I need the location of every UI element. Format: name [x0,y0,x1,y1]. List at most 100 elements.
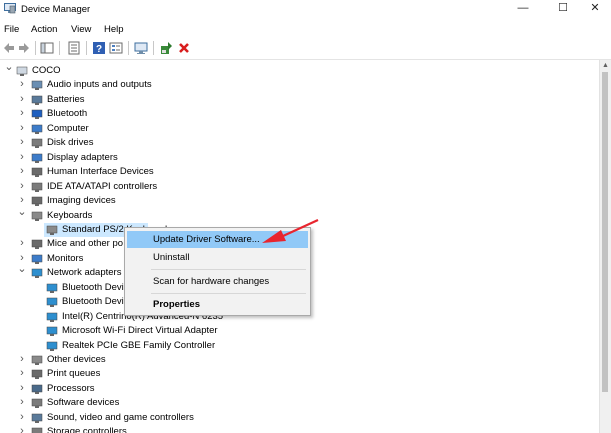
device-category-icon [31,110,43,120]
collapse-chevron-icon[interactable]: ⌄ [17,205,27,219]
tree-item-label: Human Interface Devices [47,166,154,178]
toolbar: ? [0,38,611,60]
vertical-scrollbar[interactable]: ▲ [599,60,611,433]
help-icon[interactable]: ? [92,41,106,55]
collapse-chevron-icon[interactable]: ⌄ [4,60,14,74]
expand-chevron-icon[interactable]: › [17,410,27,424]
expand-chevron-icon[interactable]: › [17,236,27,250]
device-category-icon [31,196,43,207]
tree-item-label: Print queues [47,368,101,380]
properties-label: Properties [153,299,200,310]
tree-item-label: Monitors [47,252,84,264]
tree-item-label: Bluetooth Devi [62,296,124,308]
device-category-icon [31,413,43,423]
update-driver-icon[interactable] [159,41,173,55]
tree-item-label: Keyboards [47,209,93,221]
menu-file[interactable]: File [4,24,19,35]
tree-item-label: Sound, video and game controllers [47,411,194,423]
svg-text:?: ? [96,44,102,55]
menu-view[interactable]: View [71,24,91,35]
device-manager-icon [4,3,16,14]
update-driver-label: Update Driver Software... [153,234,260,245]
expand-chevron-icon[interactable]: › [17,424,27,433]
tree-item-label: Bluetooth [47,108,88,120]
device-category-icon [31,269,43,279]
device-category-icon [31,124,43,134]
tree-item-label: Realtek PCIe GBE Family Controller [62,339,216,351]
expand-chevron-icon[interactable]: › [17,395,27,409]
close-button[interactable]: ✕ [579,0,611,18]
expand-chevron-icon[interactable]: › [17,150,27,164]
tree-item-label: Disk drives [47,137,94,149]
context-menu-separator [151,269,306,270]
expand-chevron-icon[interactable]: › [17,92,27,106]
tree-item-label: Processors [47,382,95,394]
tree-item-label: Batteries [47,93,85,105]
uninstall-icon[interactable] [177,41,191,55]
toolbar-separator [86,41,87,55]
forward-icon[interactable] [17,41,31,55]
maximize-button[interactable]: ☐ [547,0,579,18]
toolbar-separator [35,41,36,55]
expand-chevron-icon[interactable]: › [17,366,27,380]
minimize-button[interactable]: — [507,0,539,18]
properties-icon[interactable] [67,41,81,55]
context-menu-update-driver[interactable]: Update Driver Software... [127,231,308,248]
device-category-icon [31,355,43,365]
expand-chevron-icon[interactable]: › [17,135,27,149]
device-icon [46,326,58,337]
toolbar-separator [153,41,154,55]
expand-chevron-icon[interactable]: › [17,179,27,193]
context-menu-properties[interactable]: Properties [127,296,308,313]
expand-chevron-icon[interactable]: › [17,106,27,120]
tree-item-label: Other devices [47,354,106,365]
device-icon [46,225,58,235]
device-category-icon [31,95,43,105]
scrollbar-thumb[interactable] [602,72,608,392]
tree-item-label: Display adapters [47,151,118,163]
device-category-icon [31,81,43,91]
tree-item-label: Network adapters [47,267,122,279]
device-icon [46,312,58,322]
title-bar: Device Manager — ☐ ✕ [0,0,611,18]
scan-hardware-icon[interactable] [134,41,148,55]
collapse-chevron-icon[interactable]: ⌄ [17,262,27,276]
tree-item-label: Storage controllers [47,426,127,433]
device-icon [46,341,58,351]
tree-item-label: COCO [32,65,61,76]
menu-action[interactable]: Action [31,24,57,35]
expand-chevron-icon[interactable]: › [17,352,27,366]
tree-item-label: IDE ATA/ATAPI controllers [47,180,158,192]
expand-chevron-icon[interactable]: › [17,121,27,135]
tree-item-label: Software devices [47,397,120,409]
expand-chevron-icon[interactable]: › [17,164,27,178]
device-category-icon [31,153,43,163]
scan-hardware-label: Scan for hardware changes [153,276,270,287]
menu-help[interactable]: Help [104,24,124,35]
context-menu-uninstall[interactable]: Uninstall [127,249,308,266]
device-icon [46,283,58,293]
toolbar-separator [59,41,60,55]
device-category-icon [31,182,43,192]
back-icon[interactable] [2,41,16,55]
device-view-icon[interactable] [109,41,123,55]
tree-item-label: Computer [47,122,89,134]
uninstall-label: Uninstall [153,252,190,263]
scroll-up-arrow-icon[interactable]: ▲ [600,60,611,71]
tree-item-label: Audio inputs and outputs [47,79,152,91]
device-category-icon [31,254,43,264]
expand-chevron-icon[interactable]: › [17,77,27,91]
device-category-icon [31,139,43,149]
computer-icon [16,66,28,76]
device-category-icon [31,399,43,409]
tree-item-label: Mice and other po [47,238,124,250]
window-title: Device Manager [21,4,91,15]
device-category-icon [31,428,43,433]
device-category-icon [31,384,43,394]
menu-bar: File Action View Help [0,20,611,38]
device-category-icon [31,167,43,178]
tree-item-label: Bluetooth Devi [62,281,124,293]
context-menu-scan-hardware[interactable]: Scan for hardware changes [127,273,308,290]
show-hide-console-tree-icon[interactable] [40,41,54,55]
expand-chevron-icon[interactable]: › [17,381,27,395]
